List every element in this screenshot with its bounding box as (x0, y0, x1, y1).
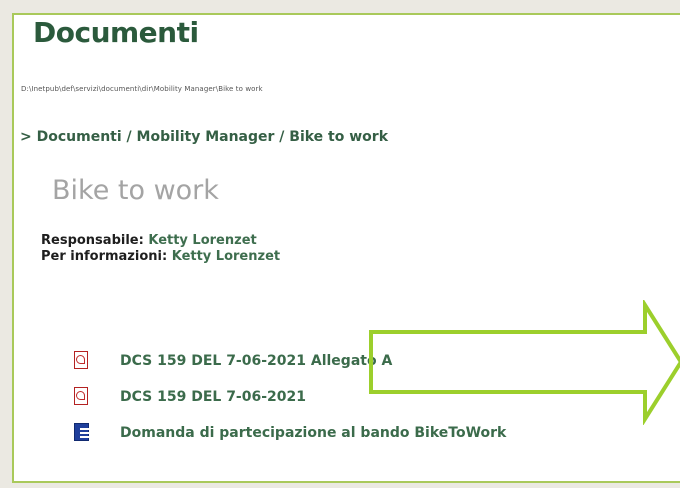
informazioni-line: Per informazioni: Ketty Lorenzet (41, 249, 280, 265)
breadcrumb-prefix: > (20, 129, 37, 145)
breadcrumb-mobility-manager[interactable]: Mobility Manager (137, 129, 275, 145)
file-path: D:\Inetpub\def\servizi\documenti\dir\Mob… (21, 85, 263, 93)
responsabile-line: Responsabile: Ketty Lorenzet (41, 233, 280, 249)
breadcrumb: > Documenti / Mobility Manager / Bike to… (20, 129, 388, 145)
breadcrumb-documenti[interactable]: Documenti (37, 129, 122, 145)
document-link[interactable]: DCS 159 DEL 7-06-2021 Allegato A (120, 353, 392, 369)
contact-info: Responsabile: Ketty Lorenzet Per informa… (41, 233, 280, 265)
breadcrumb-bike-to-work[interactable]: Bike to work (289, 129, 388, 145)
breadcrumb-separator: / (274, 129, 290, 145)
section-title: Bike to work (52, 175, 219, 206)
word-doc-icon (72, 423, 90, 443)
pdf-icon (72, 351, 90, 371)
responsabile-name-link[interactable]: Ketty Lorenzet (148, 233, 256, 248)
breadcrumb-separator: / (121, 129, 137, 145)
document-link[interactable]: DCS 159 DEL 7-06-2021 (120, 389, 306, 405)
document-item[interactable]: DCS 159 DEL 7-06-2021 Allegato A (60, 346, 620, 376)
document-item[interactable]: DCS 159 DEL 7-06-2021 (60, 382, 620, 412)
informazioni-name-link[interactable]: Ketty Lorenzet (172, 249, 280, 264)
page-title: Documenti (33, 16, 199, 49)
document-link[interactable]: Domanda di partecipazione al bando BikeT… (120, 425, 506, 441)
pdf-icon (72, 387, 90, 407)
document-item[interactable]: Domanda di partecipazione al bando BikeT… (60, 418, 620, 448)
responsabile-label: Responsabile: (41, 233, 144, 248)
informazioni-label: Per informazioni: (41, 249, 168, 264)
